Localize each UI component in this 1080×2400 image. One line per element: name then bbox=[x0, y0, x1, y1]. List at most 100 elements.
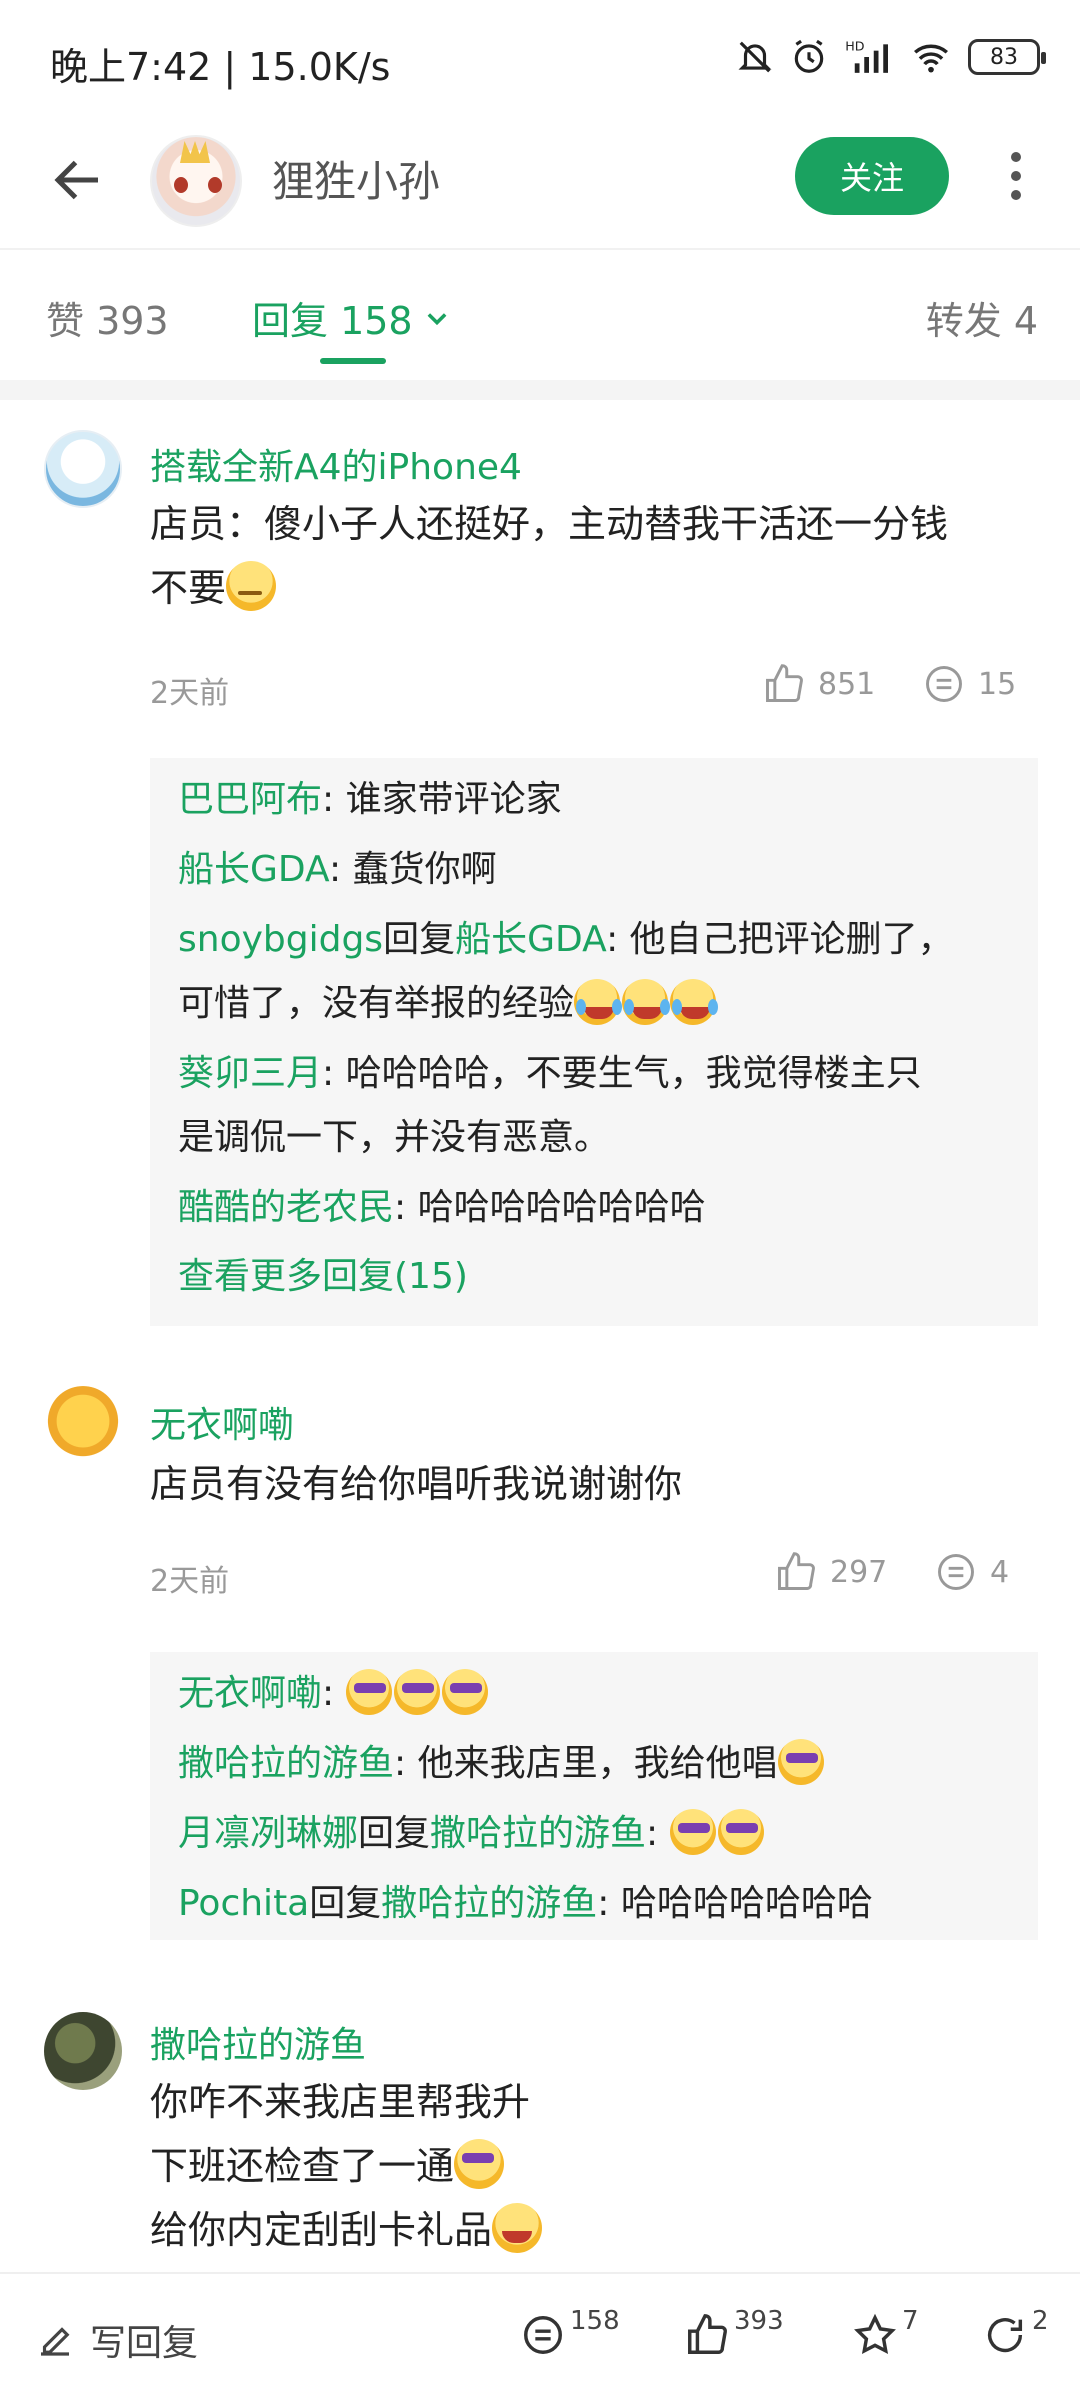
sub-reply-target[interactable]: 撒哈拉的游鱼 bbox=[381, 1883, 597, 1924]
sub-reply-author[interactable]: 月凛冽琳娜 bbox=[178, 1813, 358, 1854]
battery-indicator: 83 bbox=[968, 39, 1046, 75]
tab-replies[interactable]: 回复 158 bbox=[252, 290, 451, 345]
sub-reply[interactable]: 撒哈拉的游鱼: 他来我店里，我给他唱 bbox=[178, 1732, 1010, 1796]
avatar[interactable] bbox=[44, 2012, 122, 2090]
laugh-cry-emoji-icon bbox=[670, 979, 717, 1025]
share-button[interactable]: 2 bbox=[982, 2306, 1049, 2358]
avatar[interactable] bbox=[44, 430, 122, 508]
sub-reply[interactable]: 船长GDA: 蠢货你啊 bbox=[178, 838, 1010, 902]
comment-author[interactable]: 撒哈拉的游鱼 bbox=[150, 2016, 366, 2068]
sub-reply-text: 他自己把评论删了， bbox=[629, 919, 954, 960]
status-time: 晚上7:42 | 15.0K/s bbox=[50, 45, 391, 89]
status-bar: 晚上7:42 | 15.0K/s HD 83 bbox=[0, 0, 1080, 120]
separator: : bbox=[606, 919, 630, 960]
cool-emoji-icon bbox=[669, 1809, 716, 1855]
like-button[interactable]: 297 bbox=[774, 1550, 887, 1594]
share-icon bbox=[987, 2318, 1023, 2353]
laugh-cry-emoji-icon bbox=[622, 979, 669, 1025]
cool-emoji-icon bbox=[441, 1669, 488, 1715]
comment-text: 不要 bbox=[150, 566, 227, 610]
tab-likes[interactable]: 赞 393 bbox=[46, 290, 169, 345]
like-button[interactable]: 851 bbox=[762, 662, 875, 706]
smirk-emoji-icon bbox=[226, 561, 277, 611]
sub-reply-target[interactable]: 撒哈拉的游鱼 bbox=[430, 1813, 646, 1854]
tabs: 赞 393 回复 158 转发 4 bbox=[0, 252, 1080, 380]
comment-icon bbox=[926, 666, 962, 702]
back-button[interactable] bbox=[48, 150, 108, 210]
comment-body[interactable]: 你咋不来我店里帮我升 下班还检查了一通 给你内定刮刮卡礼品 bbox=[150, 2070, 1030, 2262]
sub-reply-author[interactable]: 撒哈拉的游鱼 bbox=[178, 1743, 394, 1784]
separator: : bbox=[646, 1813, 670, 1854]
reply-button[interactable]: 4 bbox=[934, 1550, 1009, 1594]
sub-reply-author[interactable]: 船长GDA bbox=[178, 849, 329, 890]
reply-button[interactable]: 15 bbox=[922, 662, 1016, 706]
sub-reply-author[interactable]: snoybgidgs bbox=[178, 919, 383, 960]
tab-active-indicator bbox=[320, 358, 386, 364]
sub-reply-text: 他来我店里，我给他唱 bbox=[417, 1743, 778, 1784]
sub-reply-author[interactable]: 葵卯三月 bbox=[178, 1053, 322, 1094]
comment-text-line: 不要 bbox=[150, 556, 1030, 620]
comment-text: 给你内定刮刮卡礼品 bbox=[150, 2208, 493, 2252]
separator: : bbox=[394, 1743, 418, 1784]
reply-word: 回复 bbox=[383, 919, 456, 960]
separator: : bbox=[328, 849, 353, 890]
back-arrow-icon bbox=[54, 160, 98, 200]
sub-reply[interactable]: 无衣啊嘞: bbox=[178, 1662, 1010, 1726]
sub-reply-text: 是调侃一下，并没有恶意。 bbox=[178, 1117, 611, 1158]
sub-reply[interactable]: 月凛冽琳娜回复撒哈拉的游鱼: bbox=[178, 1802, 1010, 1866]
avatar[interactable] bbox=[150, 135, 242, 227]
like-count: 851 bbox=[818, 666, 876, 702]
write-reply-button[interactable]: 写回复 bbox=[34, 2314, 198, 2366]
comment-body[interactable]: 店员：傻小子人还挺好，主动替我干活还一分钱 不要 bbox=[150, 492, 1030, 620]
comment-text: 下班还检查了一通 bbox=[150, 2144, 455, 2188]
tab-forwards[interactable]: 转发 4 bbox=[926, 290, 1038, 345]
comment-text-line: 下班还检查了一通 bbox=[150, 2134, 1030, 2198]
separator: : bbox=[322, 1673, 346, 1714]
follow-button[interactable]: 关注 bbox=[795, 137, 949, 215]
thumbs-up-icon bbox=[766, 664, 803, 702]
like-count: 393 bbox=[734, 2306, 784, 2336]
page-title[interactable]: 狸狌小孙 bbox=[272, 148, 440, 209]
share-count: 2 bbox=[1032, 2306, 1049, 2336]
avatar[interactable] bbox=[44, 1386, 122, 1464]
sub-reply[interactable]: Pochita回复撒哈拉的游鱼: 哈哈哈哈哈哈哈 bbox=[178, 1872, 1010, 1936]
sub-reply-text: 哈哈哈哈哈哈哈 bbox=[620, 1883, 873, 1924]
cool-emoji-icon bbox=[777, 1739, 824, 1785]
thumbs-up-icon bbox=[778, 1552, 815, 1590]
sub-reply-author[interactable]: 巴巴阿布 bbox=[178, 779, 322, 820]
sub-reply[interactable]: 葵卯三月: 哈哈哈哈，不要生气，我觉得楼主只 是调侃一下，并没有恶意。 bbox=[178, 1042, 1010, 1170]
chevron-down-icon bbox=[427, 312, 447, 325]
wifi-icon bbox=[914, 44, 948, 73]
sub-reply-author[interactable]: 酷酷的老农民 bbox=[178, 1187, 394, 1228]
sub-reply[interactable]: snoybgidgs回复船长GDA: 他自己把评论删了， 可惜了，没有举报的经验 bbox=[178, 908, 1010, 1036]
comment-count-button[interactable]: 158 bbox=[520, 2306, 620, 2358]
sub-reply-text: 蠢货你啊 bbox=[352, 849, 497, 890]
sub-reply-text: 哈哈哈哈哈哈哈哈 bbox=[417, 1187, 706, 1228]
star-count: 7 bbox=[902, 2306, 919, 2336]
comment-body[interactable]: 店员有没有给你唱听我说谢谢你 bbox=[150, 1452, 1030, 1516]
sub-reply[interactable]: 酷酷的老农民: 哈哈哈哈哈哈哈哈 bbox=[178, 1176, 1010, 1240]
view-more-replies-link[interactable]: 查看更多回复(15) bbox=[178, 1246, 1010, 1308]
sub-reply-target[interactable]: 船长GDA bbox=[455, 919, 606, 960]
alarm-icon bbox=[794, 39, 824, 73]
more-options-button[interactable] bbox=[996, 146, 1036, 206]
comment-author[interactable]: 搭载全新A4的iPhone4 bbox=[150, 438, 522, 490]
write-reply-label: 写回复 bbox=[90, 2323, 199, 2364]
sub-reply[interactable]: 巴巴阿布: 谁家带评论家 bbox=[178, 768, 1010, 832]
cool-emoji-icon bbox=[454, 2139, 505, 2189]
comment-text-line: 你咋不来我店里帮我升 bbox=[150, 2080, 531, 2124]
comment-time: 2天前 bbox=[150, 1564, 230, 1599]
pencil-icon bbox=[41, 2327, 70, 2356]
svg-text:HD: HD bbox=[845, 39, 864, 54]
thumbs-up-icon bbox=[688, 2314, 727, 2354]
like-count-button[interactable]: 393 bbox=[684, 2306, 784, 2358]
comment-count: 158 bbox=[570, 2306, 620, 2336]
bottom-bar: 写回复 158 393 7 2 bbox=[0, 2272, 1080, 2400]
favorite-button[interactable]: 7 bbox=[852, 2306, 919, 2358]
comment-author[interactable]: 无衣啊嘞 bbox=[150, 1396, 294, 1448]
sub-reply-author[interactable]: Pochita bbox=[178, 1883, 309, 1924]
comment-text-line: 店员有没有给你唱听我说谢谢你 bbox=[150, 1462, 683, 1506]
sub-reply-author[interactable]: 无衣啊嘞 bbox=[178, 1673, 322, 1714]
more-vertical-icon bbox=[1011, 152, 1021, 162]
comment-text-line: 给你内定刮刮卡礼品 bbox=[150, 2198, 1030, 2262]
